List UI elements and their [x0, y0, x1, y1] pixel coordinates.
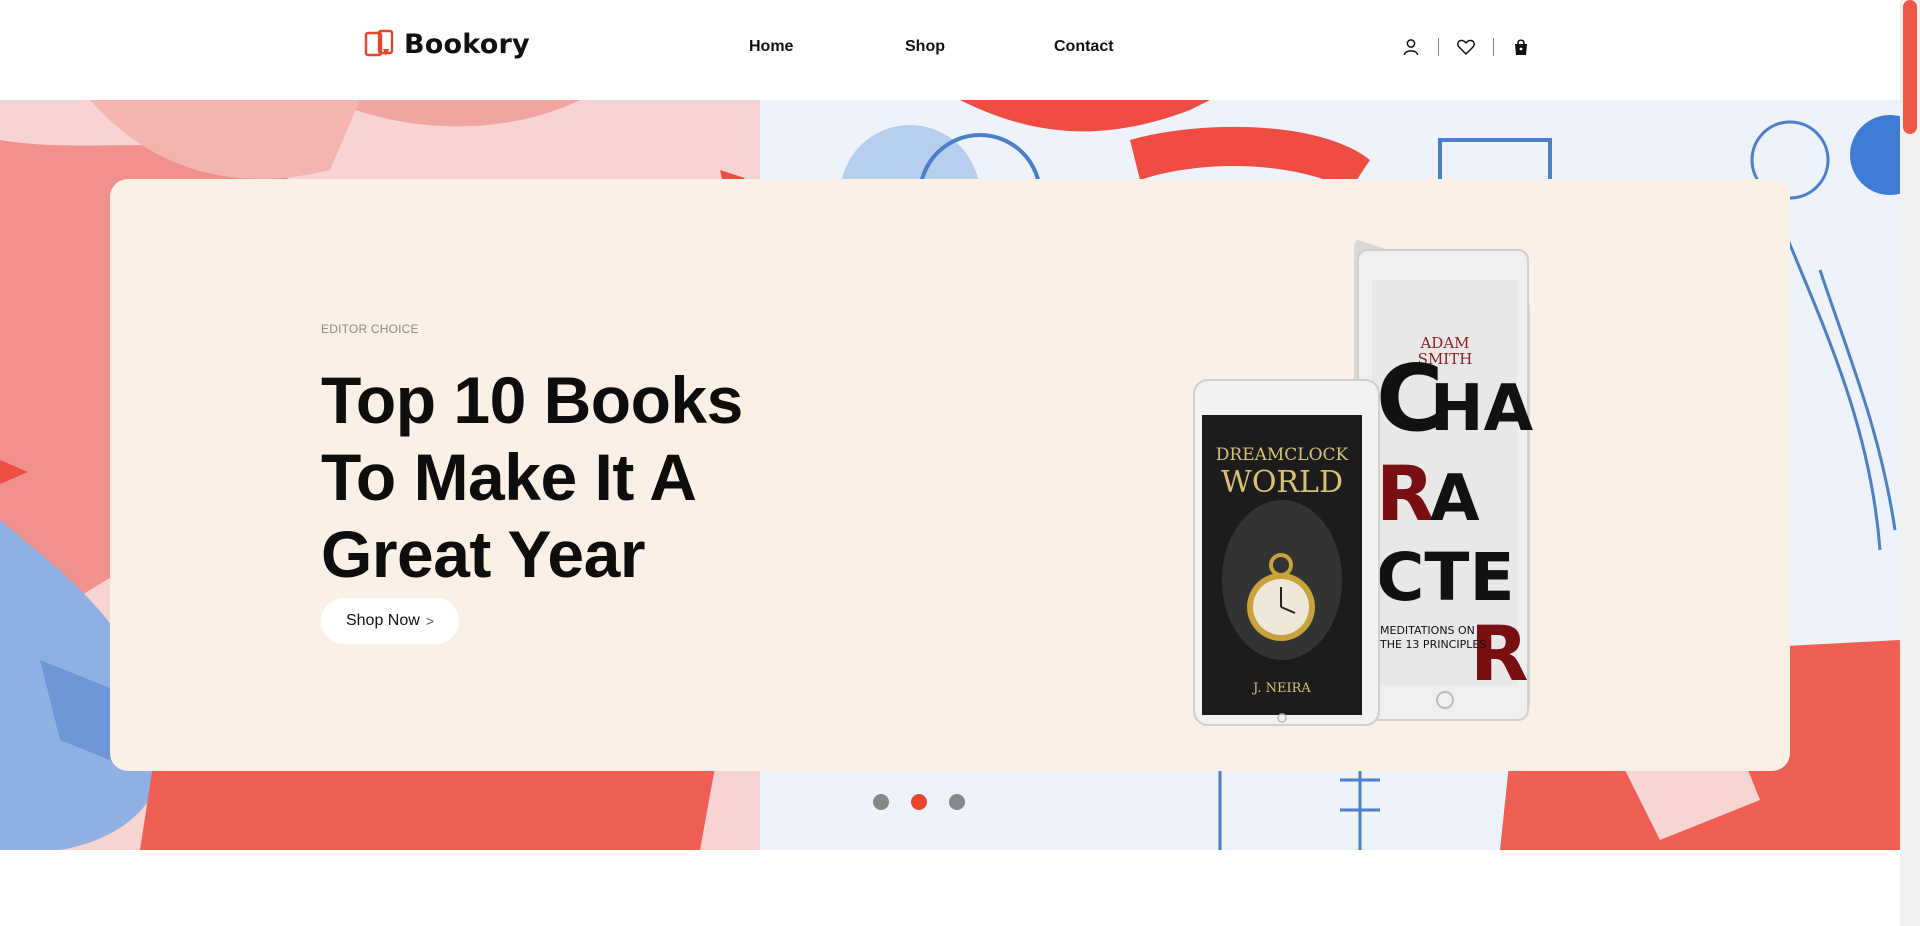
hero-headline: Top 10 Books To Make It A Great Year [321, 362, 841, 593]
header-actions [1400, 36, 1532, 58]
site-header: Bookory Home Shop Contact [0, 0, 1900, 100]
book-logo-icon [364, 29, 394, 57]
shop-now-button[interactable]: Shop Now > [321, 598, 459, 644]
scrollbar-thumb[interactable] [1903, 0, 1917, 134]
tablets-book-covers-image: ADAM SMITH C HA R A CTE R MEDITATIONS ON… [1193, 240, 1534, 726]
chevron-right-icon: > [425, 613, 434, 629]
headline-line: To Make It A [321, 440, 697, 514]
slide-dot-1[interactable] [873, 794, 889, 810]
slider-pagination [873, 794, 965, 810]
heart-icon[interactable] [1455, 36, 1477, 58]
large-cover-subtitle-2: THE 13 PRINCIPLES [1379, 638, 1486, 651]
small-cover-title-1: DREAMCLOCK [1216, 445, 1349, 465]
svg-text:R: R [1470, 609, 1529, 698]
headline-line: Great Year [321, 517, 646, 591]
brand-logo[interactable]: Bookory [364, 28, 530, 60]
small-cover-title-2: WORLD [1221, 465, 1343, 500]
svg-text:CTE: CTE [1376, 539, 1515, 616]
divider [1438, 38, 1439, 56]
svg-text:R: R [1376, 449, 1435, 538]
slide-dot-2[interactable] [911, 794, 927, 810]
hero-banner: ADAM SMITH C HA R A CTE R MEDITATIONS ON… [0, 100, 1900, 850]
nav-home[interactable]: Home [749, 38, 793, 56]
nav-shop[interactable]: Shop [905, 38, 945, 56]
nav-contact[interactable]: Contact [1054, 38, 1114, 56]
user-icon[interactable] [1400, 36, 1422, 58]
hero-eyebrow: EDITOR CHOICE [321, 322, 419, 336]
brand-name: Bookory [404, 28, 530, 60]
small-cover-author: J. NEIRA [1251, 681, 1311, 696]
large-cover-subtitle-1: MEDITATIONS ON [1380, 624, 1475, 637]
divider [1493, 38, 1494, 56]
page-scrollbar[interactable] [1900, 0, 1920, 926]
bag-icon[interactable] [1510, 36, 1532, 58]
svg-text:HA: HA [1430, 372, 1534, 446]
headline-line: Top 10 Books [321, 363, 743, 437]
slide-dot-3[interactable] [949, 794, 965, 810]
svg-text:A: A [1430, 462, 1480, 536]
shop-now-label: Shop Now [345, 612, 420, 629]
